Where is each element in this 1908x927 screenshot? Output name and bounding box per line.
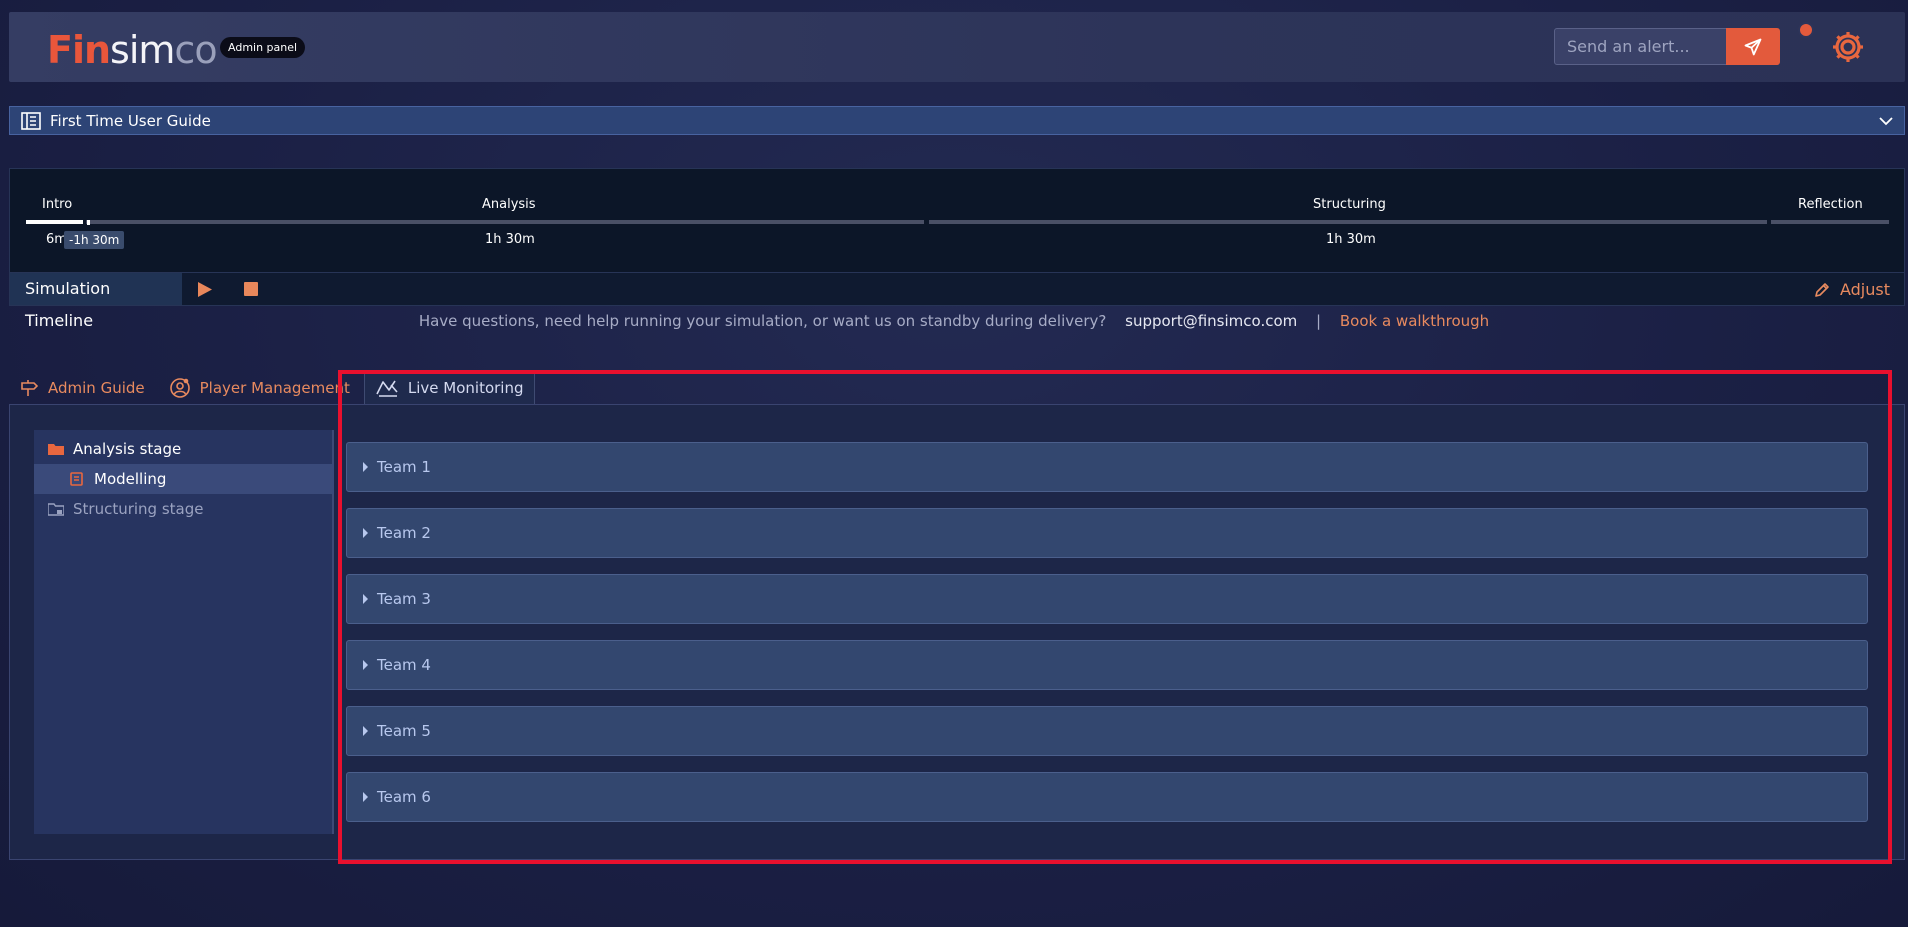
first-time-user-guide[interactable]: First Time User Guide [9, 106, 1905, 135]
tab-admin-guide[interactable]: Admin Guide [9, 370, 155, 405]
reflection-track [1771, 220, 1889, 224]
team-list: Team 1 Team 2 Team 3 Team 4 Team 5 Team … [346, 442, 1868, 838]
team-accordion-4[interactable]: Team 4 [346, 640, 1868, 690]
chevron-down-icon[interactable] [1878, 113, 1894, 129]
stop-icon[interactable] [244, 282, 258, 296]
structuring-track [929, 220, 1767, 224]
team-accordion-6[interactable]: Team 6 [346, 772, 1868, 822]
tree-item-modelling[interactable]: Modelling [34, 464, 334, 494]
app-header: Finsimco Admin panel [9, 12, 1905, 82]
overdue-badge: -1h 30m [64, 231, 125, 249]
signpost-icon [21, 379, 39, 396]
caret-right-icon [363, 594, 368, 604]
guide-book-icon [21, 111, 41, 130]
support-email-link[interactable]: support@finsimco.com [1125, 312, 1297, 330]
team-accordion-2[interactable]: Team 2 [346, 508, 1868, 558]
team-label: Team 3 [377, 590, 431, 608]
admin-panel-badge: Admin panel [220, 37, 306, 58]
guide-title: First Time User Guide [50, 111, 211, 130]
stage-analysis-duration: 1h 30m [485, 232, 535, 247]
tree-item-analysis-stage[interactable]: Analysis stage [34, 434, 334, 464]
tab-admin-guide-label: Admin Guide [48, 378, 145, 397]
timeline-title: Simulation Timeline [10, 273, 182, 330]
analysis-track [86, 220, 924, 224]
monitoring-icon [376, 380, 398, 397]
help-line: Have questions, need help running your s… [0, 312, 1908, 330]
caret-right-icon [363, 792, 368, 802]
team-accordion-3[interactable]: Team 3 [346, 574, 1868, 624]
help-separator: | [1316, 312, 1322, 330]
send-alert-input[interactable] [1554, 28, 1736, 65]
notification-icon[interactable] [1798, 22, 1814, 38]
book-walkthrough-link[interactable]: Book a walkthrough [1340, 312, 1489, 330]
finsimco-logo[interactable]: Finsimco [47, 28, 218, 72]
intro-track [26, 220, 83, 224]
timeline-controls: Simulation Timeline Adjust [9, 273, 1905, 330]
tab-live-monitoring[interactable]: Live Monitoring [363, 370, 535, 405]
team-label: Team 4 [377, 656, 431, 674]
caret-right-icon [363, 726, 368, 736]
progress-marker [87, 220, 90, 225]
tab-live-monitoring-label: Live Monitoring [407, 379, 524, 397]
stage-structuring-duration: 1h 30m [1326, 232, 1376, 247]
stage-tree: Analysis stage Modelling Structuring sta… [34, 430, 334, 834]
pencil-icon [1815, 282, 1829, 297]
stage-reflection-label: Reflection [1798, 197, 1863, 212]
team-label: Team 1 [377, 458, 431, 476]
tab-player-management-label: Player Management [199, 378, 350, 397]
caret-right-icon [363, 462, 368, 472]
team-accordion-5[interactable]: Team 5 [346, 706, 1868, 756]
tree-item-label: Structuring stage [73, 500, 204, 518]
team-label: Team 2 [377, 524, 431, 542]
tree-item-label: Analysis stage [73, 440, 182, 458]
stage-structuring-label: Structuring [1313, 197, 1386, 212]
adjust-button[interactable]: Adjust [1814, 280, 1890, 299]
tab-player-management[interactable]: Player Management [159, 370, 360, 405]
tree-item-structuring-stage[interactable]: Structuring stage [34, 494, 334, 524]
adjust-label: Adjust [1839, 280, 1890, 299]
caret-right-icon [363, 528, 368, 538]
folder-icon [48, 444, 64, 455]
stage-analysis-label: Analysis [482, 197, 536, 212]
simulation-timeline: Intro Analysis Structuring Reflection 6m… [9, 168, 1905, 273]
main-tabs: Admin Guide Player Management Live Monit… [9, 370, 535, 405]
gear-icon[interactable] [1830, 29, 1866, 65]
live-monitoring-panel: Analysis stage Modelling Structuring sta… [9, 404, 1905, 860]
caret-right-icon [363, 660, 368, 670]
help-question: Have questions, need help running your s… [418, 312, 1107, 330]
team-label: Team 6 [377, 788, 431, 806]
user-gear-icon [169, 377, 190, 398]
team-accordion-1[interactable]: Team 1 [346, 442, 1868, 492]
stage-intro-label: Intro [42, 197, 73, 212]
scroll-icon [70, 472, 83, 486]
tree-item-label: Modelling [94, 470, 167, 488]
folder-locked-icon [48, 503, 64, 516]
team-label: Team 5 [377, 722, 431, 740]
send-alert-button[interactable] [1726, 28, 1780, 65]
paper-plane-icon [1744, 38, 1762, 55]
play-icon[interactable] [197, 281, 213, 298]
